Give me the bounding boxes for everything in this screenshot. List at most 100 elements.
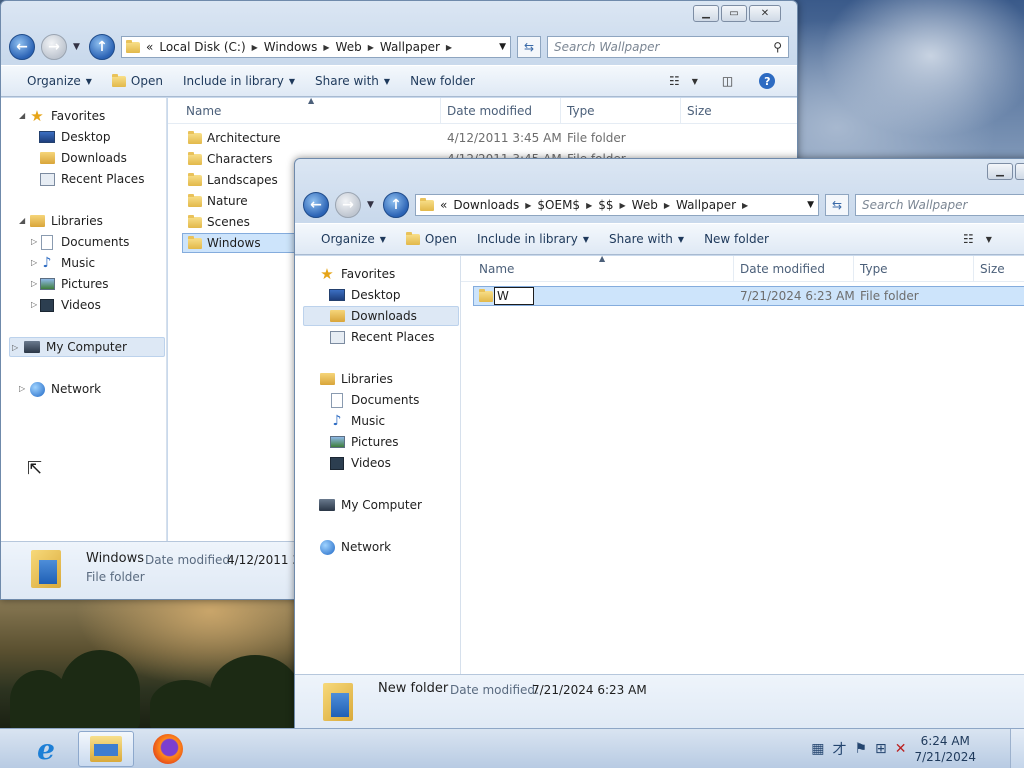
up-button[interactable]: ↑: [89, 34, 115, 60]
taskbar-firefox[interactable]: [140, 731, 196, 767]
column-type[interactable]: Type: [860, 262, 888, 276]
forward-button[interactable]: →: [335, 192, 361, 218]
help-icon[interactable]: ?: [759, 73, 776, 89]
expand-arrow-icon[interactable]: ▷: [31, 300, 37, 309]
column-type[interactable]: Type: [567, 104, 595, 118]
back-button[interactable]: ←: [9, 34, 35, 60]
file-row-selected[interactable]: Windows: [182, 233, 310, 253]
system-clock[interactable]: 6:24 AM 7/21/2024: [914, 733, 976, 765]
file-row[interactable]: Architecture 4/12/2011 3:45 AM File fold…: [168, 128, 797, 148]
nav-network[interactable]: Network: [319, 537, 391, 557]
minimize-button[interactable]: ▁: [987, 163, 1013, 180]
tray-action-center-flag-icon[interactable]: ⚑: [854, 741, 867, 757]
breadcrumb-arrow-icon[interactable]: ▶: [252, 43, 258, 52]
nav-my-computer[interactable]: My Computer: [319, 495, 422, 515]
collapse-arrow-icon[interactable]: ◢: [19, 216, 25, 225]
expand-arrow-icon[interactable]: ▷: [31, 237, 37, 246]
file-row-renaming[interactable]: W 7/21/2024 6:23 AM File folder: [473, 286, 1024, 306]
breadcrumb-arrow-icon[interactable]: ▶: [664, 201, 670, 210]
share-with-button[interactable]: Share with ▼: [305, 69, 400, 93]
breadcrumb-oem[interactable]: $OEM$: [537, 198, 580, 212]
view-dropdown-icon[interactable]: ▼: [692, 77, 698, 86]
address-overflow-chevron[interactable]: «: [146, 40, 153, 54]
change-view-icon[interactable]: ☷: [669, 74, 680, 88]
back-button[interactable]: ←: [303, 192, 329, 218]
nav-network[interactable]: Network: [29, 379, 101, 399]
address-dropdown-icon[interactable]: ▼: [807, 200, 814, 210]
breadcrumb-downloads[interactable]: Downloads: [453, 198, 519, 212]
nav-my-computer[interactable]: ▷ My Computer: [9, 337, 165, 357]
breadcrumb-arrow-icon[interactable]: ▶: [586, 201, 592, 210]
nav-documents[interactable]: Documents: [329, 390, 419, 410]
nav-documents[interactable]: Documents: [39, 232, 129, 252]
breadcrumb-arrow-icon[interactable]: ▶: [525, 201, 531, 210]
refresh-button[interactable]: ⇆: [517, 36, 541, 58]
maximize-button[interactable]: ▭: [721, 5, 747, 22]
nav-desktop[interactable]: Desktop: [39, 127, 111, 147]
nav-libraries[interactable]: Libraries: [29, 211, 103, 231]
expand-arrow-icon[interactable]: ▷: [19, 384, 25, 393]
close-button[interactable]: ✕: [749, 5, 781, 22]
maximize-button[interactable]: ▭: [1015, 163, 1024, 180]
new-folder-button[interactable]: New folder: [694, 227, 779, 251]
breadcrumb-windows[interactable]: Windows: [264, 40, 318, 54]
taskbar-windows-explorer[interactable]: [78, 731, 134, 767]
include-in-library-button[interactable]: Include in library ▼: [467, 227, 599, 251]
breadcrumb-dollar-dollar[interactable]: $$: [598, 198, 613, 212]
breadcrumb-arrow-icon[interactable]: ▶: [368, 43, 374, 52]
expand-arrow-icon[interactable]: ▷: [12, 343, 18, 352]
tray-grid-icon[interactable]: ▦: [811, 741, 824, 757]
expand-arrow-icon[interactable]: ▷: [31, 279, 37, 288]
breadcrumb-web[interactable]: Web: [336, 40, 362, 54]
nav-recent-places[interactable]: Recent Places: [39, 169, 144, 189]
preview-pane-icon[interactable]: ◫: [722, 74, 733, 88]
address-bar[interactable]: « Local Disk (C:) ▶ Windows ▶ Web ▶ Wall…: [121, 36, 511, 58]
nav-favorites[interactable]: ★ Favorites: [319, 264, 395, 284]
show-desktop-button[interactable]: [1010, 729, 1024, 768]
forward-button[interactable]: →: [41, 34, 67, 60]
nav-favorites[interactable]: ★ Favorites: [29, 106, 105, 126]
breadcrumb-arrow-icon[interactable]: ▶: [446, 43, 452, 52]
address-bar[interactable]: « Downloads ▶ $OEM$ ▶ $$ ▶ Web ▶ Wallpap…: [415, 194, 819, 216]
nav-videos[interactable]: Videos: [39, 295, 101, 315]
explorer-window-front[interactable]: ▁ ▭ ← → ▼ ↑ « Downloads ▶ $OEM$ ▶ $$ ▶ W…: [294, 158, 1024, 733]
breadcrumb-wallpaper[interactable]: Wallpaper: [380, 40, 440, 54]
breadcrumb-arrow-icon[interactable]: ▶: [742, 201, 748, 210]
recent-pages-dropdown-icon[interactable]: ▼: [73, 42, 83, 52]
up-button[interactable]: ↑: [383, 192, 409, 218]
nav-music[interactable]: ♪ Music: [329, 411, 386, 431]
rename-input[interactable]: W: [494, 287, 534, 305]
nav-downloads[interactable]: Downloads: [303, 306, 459, 326]
breadcrumb-wallpaper[interactable]: Wallpaper: [676, 198, 736, 212]
expand-arrow-icon[interactable]: ▷: [31, 258, 37, 267]
open-button[interactable]: Open: [396, 227, 467, 251]
breadcrumb-arrow-icon[interactable]: ▶: [323, 43, 329, 52]
column-size[interactable]: Size: [980, 262, 1005, 276]
column-name[interactable]: Name: [186, 104, 221, 118]
nav-videos[interactable]: Videos: [329, 453, 391, 473]
search-icon[interactable]: ⚲: [773, 40, 782, 54]
nav-pictures[interactable]: Pictures: [39, 274, 109, 294]
search-input[interactable]: Search Wallpaper ⚲: [547, 36, 789, 58]
column-size[interactable]: Size: [687, 104, 712, 118]
tray-network-icon[interactable]: ⊞: [875, 741, 887, 757]
change-view-icon[interactable]: ☷: [963, 232, 974, 246]
column-date-modified[interactable]: Date modified: [740, 262, 825, 276]
include-in-library-button[interactable]: Include in library ▼: [173, 69, 305, 93]
search-input[interactable]: Search Wallpaper: [855, 194, 1024, 216]
tray-volume-muted-icon[interactable]: ✕: [895, 741, 907, 757]
breadcrumb-arrow-icon[interactable]: ▶: [620, 201, 626, 210]
nav-pictures[interactable]: Pictures: [329, 432, 399, 452]
address-dropdown-icon[interactable]: ▼: [499, 42, 506, 52]
minimize-button[interactable]: ▁: [693, 5, 719, 22]
new-folder-button[interactable]: New folder: [400, 69, 485, 93]
nav-libraries[interactable]: Libraries: [319, 369, 393, 389]
taskbar-internet-explorer[interactable]: e: [18, 731, 74, 767]
nav-downloads[interactable]: Downloads: [39, 148, 127, 168]
organize-button[interactable]: Organize ▼: [311, 227, 396, 251]
tray-input-language-icon[interactable]: 才: [832, 739, 846, 759]
recent-pages-dropdown-icon[interactable]: ▼: [367, 200, 377, 210]
nav-desktop[interactable]: Desktop: [329, 285, 401, 305]
breadcrumb-web[interactable]: Web: [632, 198, 658, 212]
view-dropdown-icon[interactable]: ▼: [986, 235, 992, 244]
